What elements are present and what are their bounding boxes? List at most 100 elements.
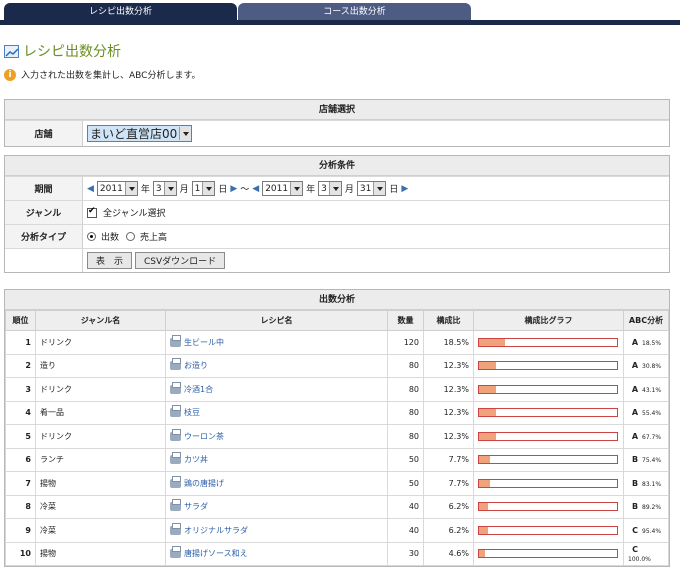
rank-cell: 3 bbox=[5, 377, 36, 402]
qty-cell: 50 bbox=[387, 447, 424, 472]
col-genre: ジャンル名 bbox=[35, 310, 166, 331]
tab-underline bbox=[0, 20, 680, 25]
abc-cell: A 55.4% bbox=[623, 400, 669, 425]
type-row: 分析タイプ 出数 売上高 bbox=[5, 224, 669, 248]
all-genre-checkbox[interactable] bbox=[87, 206, 97, 218]
qty-cell: 80 bbox=[387, 400, 424, 425]
info-text: 入力された出数を集計し、ABC分析します。 bbox=[21, 71, 201, 81]
genre-cell: 揚物 bbox=[35, 471, 166, 496]
genre-row: ジャンル 全ジャンル選択 bbox=[5, 200, 669, 224]
table-row: 9 冷菜 オリジナルサラダ 40 6.2% C 95.4% bbox=[5, 518, 669, 543]
ratio-graph-cell bbox=[473, 424, 624, 449]
ratio-bar bbox=[478, 502, 618, 512]
rank-cell: 8 bbox=[5, 494, 36, 519]
ratio-bar-fill bbox=[479, 550, 486, 558]
recipe-link[interactable]: 冷酒1合 bbox=[184, 385, 213, 394]
ratio-cell: 12.3% bbox=[423, 424, 474, 449]
printer-icon[interactable] bbox=[170, 381, 181, 394]
printer-icon[interactable] bbox=[170, 358, 181, 371]
ratio-graph-cell bbox=[473, 330, 624, 355]
abc-cumulative: 55.4% bbox=[642, 410, 662, 418]
type-sales-radio[interactable] bbox=[126, 232, 136, 241]
recipe-cell: 冷酒1合 bbox=[165, 377, 388, 402]
recipe-link[interactable]: お造り bbox=[184, 361, 208, 370]
abc-cumulative: 95.4% bbox=[642, 527, 662, 535]
recipe-link[interactable]: オリジナルサラダ bbox=[184, 526, 248, 535]
to-day-select[interactable]: 31 bbox=[356, 181, 387, 196]
ratio-bar bbox=[478, 549, 618, 559]
ratio-cell: 7.7% bbox=[423, 471, 474, 496]
prev-arrow-icon[interactable]: ◀ bbox=[87, 184, 94, 194]
abc-grade: B bbox=[631, 478, 639, 488]
store-label: 店舗 bbox=[5, 121, 83, 146]
col-rank: 順位 bbox=[5, 310, 36, 331]
recipe-link[interactable]: 枝豆 bbox=[184, 408, 200, 417]
store-row: 店舗 まいど直営店00 bbox=[5, 120, 669, 146]
recipe-link[interactable]: サラダ bbox=[184, 502, 208, 511]
from-year-select[interactable]: 2011 bbox=[96, 181, 138, 196]
store-select[interactable]: まいど直営店00 bbox=[87, 125, 193, 142]
genre-cell: ドリンク bbox=[35, 377, 166, 402]
abc-cumulative: 18.5% bbox=[642, 339, 662, 347]
result-rows: 1 ドリンク 生ビール中 120 18.5% A 18.5% 2 造り お造り 80 12.3% A 30… bbox=[5, 330, 669, 566]
abc-cell: B 89.2% bbox=[623, 494, 669, 519]
type-quantity-radio[interactable] bbox=[87, 232, 96, 241]
to-month-select[interactable]: 3 bbox=[318, 181, 342, 196]
page-title: レシピ出数分析 bbox=[23, 44, 121, 60]
prev-arrow-icon[interactable]: ◀ bbox=[252, 184, 259, 194]
genre-label: ジャンル bbox=[5, 201, 83, 224]
from-month-select[interactable]: 3 bbox=[152, 181, 177, 196]
table-row: 10 揚物 唐揚げソース和え 30 4.6% C100.0% bbox=[5, 541, 669, 566]
col-ratio-graph: 構成比グラフ bbox=[473, 310, 624, 331]
recipe-link[interactable]: 生ビール中 bbox=[184, 338, 224, 347]
printer-icon[interactable] bbox=[170, 475, 181, 488]
show-button[interactable]: 表 示 bbox=[87, 252, 133, 269]
printer-icon[interactable] bbox=[170, 499, 181, 512]
rank-cell: 5 bbox=[5, 424, 36, 449]
conditions-panel-header: 分析条件 bbox=[5, 156, 669, 176]
ratio-bar bbox=[478, 361, 618, 371]
csv-download-button[interactable]: CSVダウンロード bbox=[135, 252, 226, 269]
abc-grade: A bbox=[631, 384, 639, 394]
info-icon: i bbox=[4, 68, 16, 81]
abc-cumulative: 100.0% bbox=[628, 555, 651, 563]
result-panel: 出数分析 順位 ジャンル名 レシピ名 数量 構成比 構成比グラフ ABC分析 1… bbox=[4, 289, 670, 567]
printer-icon[interactable] bbox=[170, 428, 181, 441]
recipe-link[interactable]: ウーロン茶 bbox=[184, 432, 224, 441]
recipe-link[interactable]: 鶏の唐揚げ bbox=[184, 479, 224, 488]
from-day-select[interactable]: 1 bbox=[191, 181, 216, 196]
info-message: i 入力された出数を集計し、ABC分析します。 bbox=[4, 68, 201, 81]
table-row: 1 ドリンク 生ビール中 120 18.5% A 18.5% bbox=[5, 330, 669, 355]
col-abc: ABC分析 bbox=[623, 310, 669, 331]
ratio-cell: 4.6% bbox=[423, 541, 474, 566]
tab-bar: レシピ出数分析 コース出数分析 bbox=[0, 0, 680, 25]
recipe-link[interactable]: カツ丼 bbox=[184, 455, 208, 464]
abc-cumulative: 89.2% bbox=[642, 504, 662, 512]
ratio-bar-fill bbox=[479, 385, 496, 393]
genre-cell: ランチ bbox=[35, 447, 166, 472]
abc-cell: B 75.4% bbox=[623, 447, 669, 472]
printer-icon[interactable] bbox=[170, 546, 181, 559]
type-label: 分析タイプ bbox=[5, 225, 83, 248]
genre-cell: 肴一品 bbox=[35, 400, 166, 425]
col-recipe: レシピ名 bbox=[165, 310, 388, 331]
to-year-select[interactable]: 2011 bbox=[262, 181, 304, 196]
ratio-cell: 6.2% bbox=[423, 518, 474, 543]
ratio-bar-fill bbox=[479, 479, 490, 487]
table-row: 6 ランチ カツ丼 50 7.7% B 75.4% bbox=[5, 447, 669, 472]
abc-cell: C100.0% bbox=[623, 541, 669, 566]
qty-cell: 80 bbox=[387, 353, 424, 378]
ratio-cell: 7.7% bbox=[423, 447, 474, 472]
next-arrow-icon[interactable]: ▶ bbox=[401, 184, 408, 194]
page-title-row: レシピ出数分析 bbox=[4, 42, 121, 60]
printer-icon[interactable] bbox=[170, 452, 181, 465]
next-arrow-icon[interactable]: ▶ bbox=[230, 184, 237, 194]
rank-cell: 6 bbox=[5, 447, 36, 472]
recipe-link[interactable]: 唐揚げソース和え bbox=[184, 549, 248, 558]
printer-icon[interactable] bbox=[170, 522, 181, 535]
ratio-bar-fill bbox=[479, 338, 505, 346]
abc-cumulative: 83.1% bbox=[642, 480, 662, 488]
printer-icon[interactable] bbox=[170, 405, 181, 418]
printer-icon[interactable] bbox=[170, 334, 181, 347]
store-panel-header: 店舗選択 bbox=[5, 100, 669, 120]
